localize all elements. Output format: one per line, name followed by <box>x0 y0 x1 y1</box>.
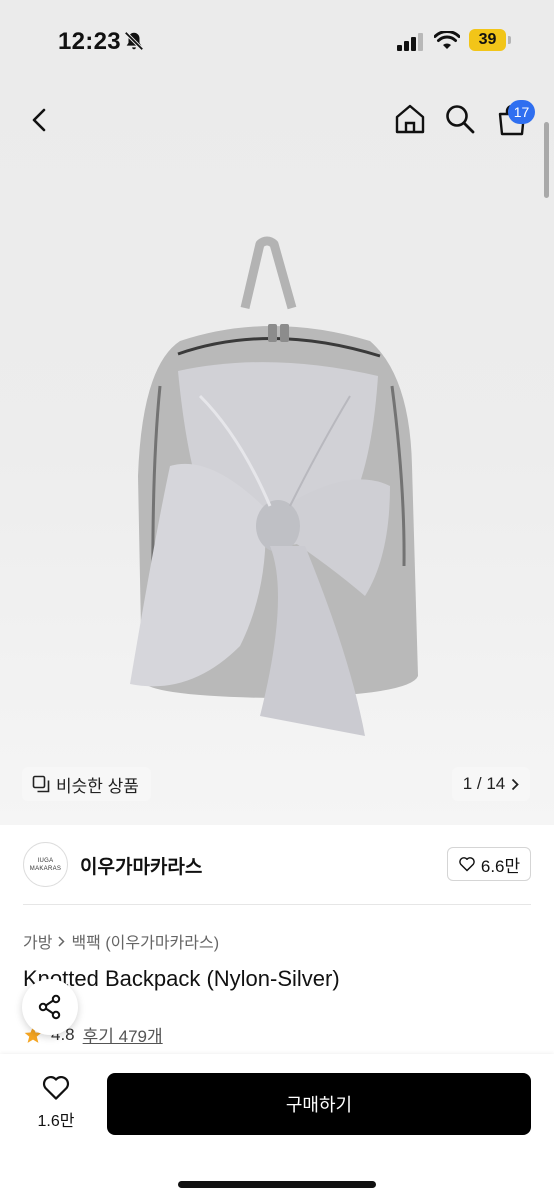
signal-icon <box>397 33 423 51</box>
breadcrumb-item-category[interactable]: 가방 <box>23 929 52 953</box>
breadcrumb: 가방 백팩 (이우가마카라스) <box>23 929 219 953</box>
reviews-link[interactable]: 후기 479개 <box>83 1022 163 1047</box>
breadcrumb-item-subcategory[interactable]: 백팩 (이우가마카라스) <box>71 929 219 953</box>
brand-logo-line1: IUGA <box>37 857 54 864</box>
brand-like-button[interactable]: 6.6만 <box>447 847 531 881</box>
chevron-right-icon <box>58 935 66 947</box>
home-indicator[interactable] <box>178 1181 376 1188</box>
brand-logo[interactable]: IUGA MAKARAS <box>23 842 68 887</box>
buy-button[interactable]: 구매하기 <box>107 1073 531 1135</box>
status-bar: 12:23 39 <box>0 0 554 80</box>
wishlist-button[interactable]: 1.6만 <box>24 1074 88 1134</box>
search-icon[interactable] <box>444 103 476 135</box>
wifi-icon <box>434 31 460 49</box>
brand-name[interactable]: 이우가마카라스 <box>80 852 202 879</box>
brand-like-count: 6.6만 <box>480 856 521 876</box>
battery-icon: 39 <box>469 29 511 51</box>
similar-products-button[interactable]: 비슷한 상품 <box>22 767 151 801</box>
cart-count-badge: 17 <box>508 100 535 124</box>
similar-items-icon <box>32 775 50 793</box>
chevron-right-icon <box>512 778 520 790</box>
heart-icon <box>459 857 475 872</box>
bell-slash-icon <box>124 31 144 51</box>
wishlist-count: 1.6만 <box>37 1113 75 1130</box>
product-photo-backpack <box>130 236 418 736</box>
scrollbar[interactable] <box>544 122 549 198</box>
battery-tip <box>508 36 511 44</box>
divider <box>23 904 531 905</box>
share-icon <box>38 994 61 1020</box>
image-counter[interactable]: 1 / 14 <box>452 767 530 801</box>
brand-logo-line2: MAKARAS <box>29 865 62 872</box>
status-time: 12:23 <box>58 28 121 55</box>
similar-products-label: 비슷한 상품 <box>56 776 139 796</box>
heart-icon <box>42 1075 70 1100</box>
battery-level: 39 <box>478 31 497 48</box>
home-icon[interactable] <box>393 102 427 136</box>
image-counter-text: 1 / 14 <box>462 774 506 793</box>
back-icon[interactable] <box>26 104 54 136</box>
share-button[interactable] <box>22 979 78 1035</box>
